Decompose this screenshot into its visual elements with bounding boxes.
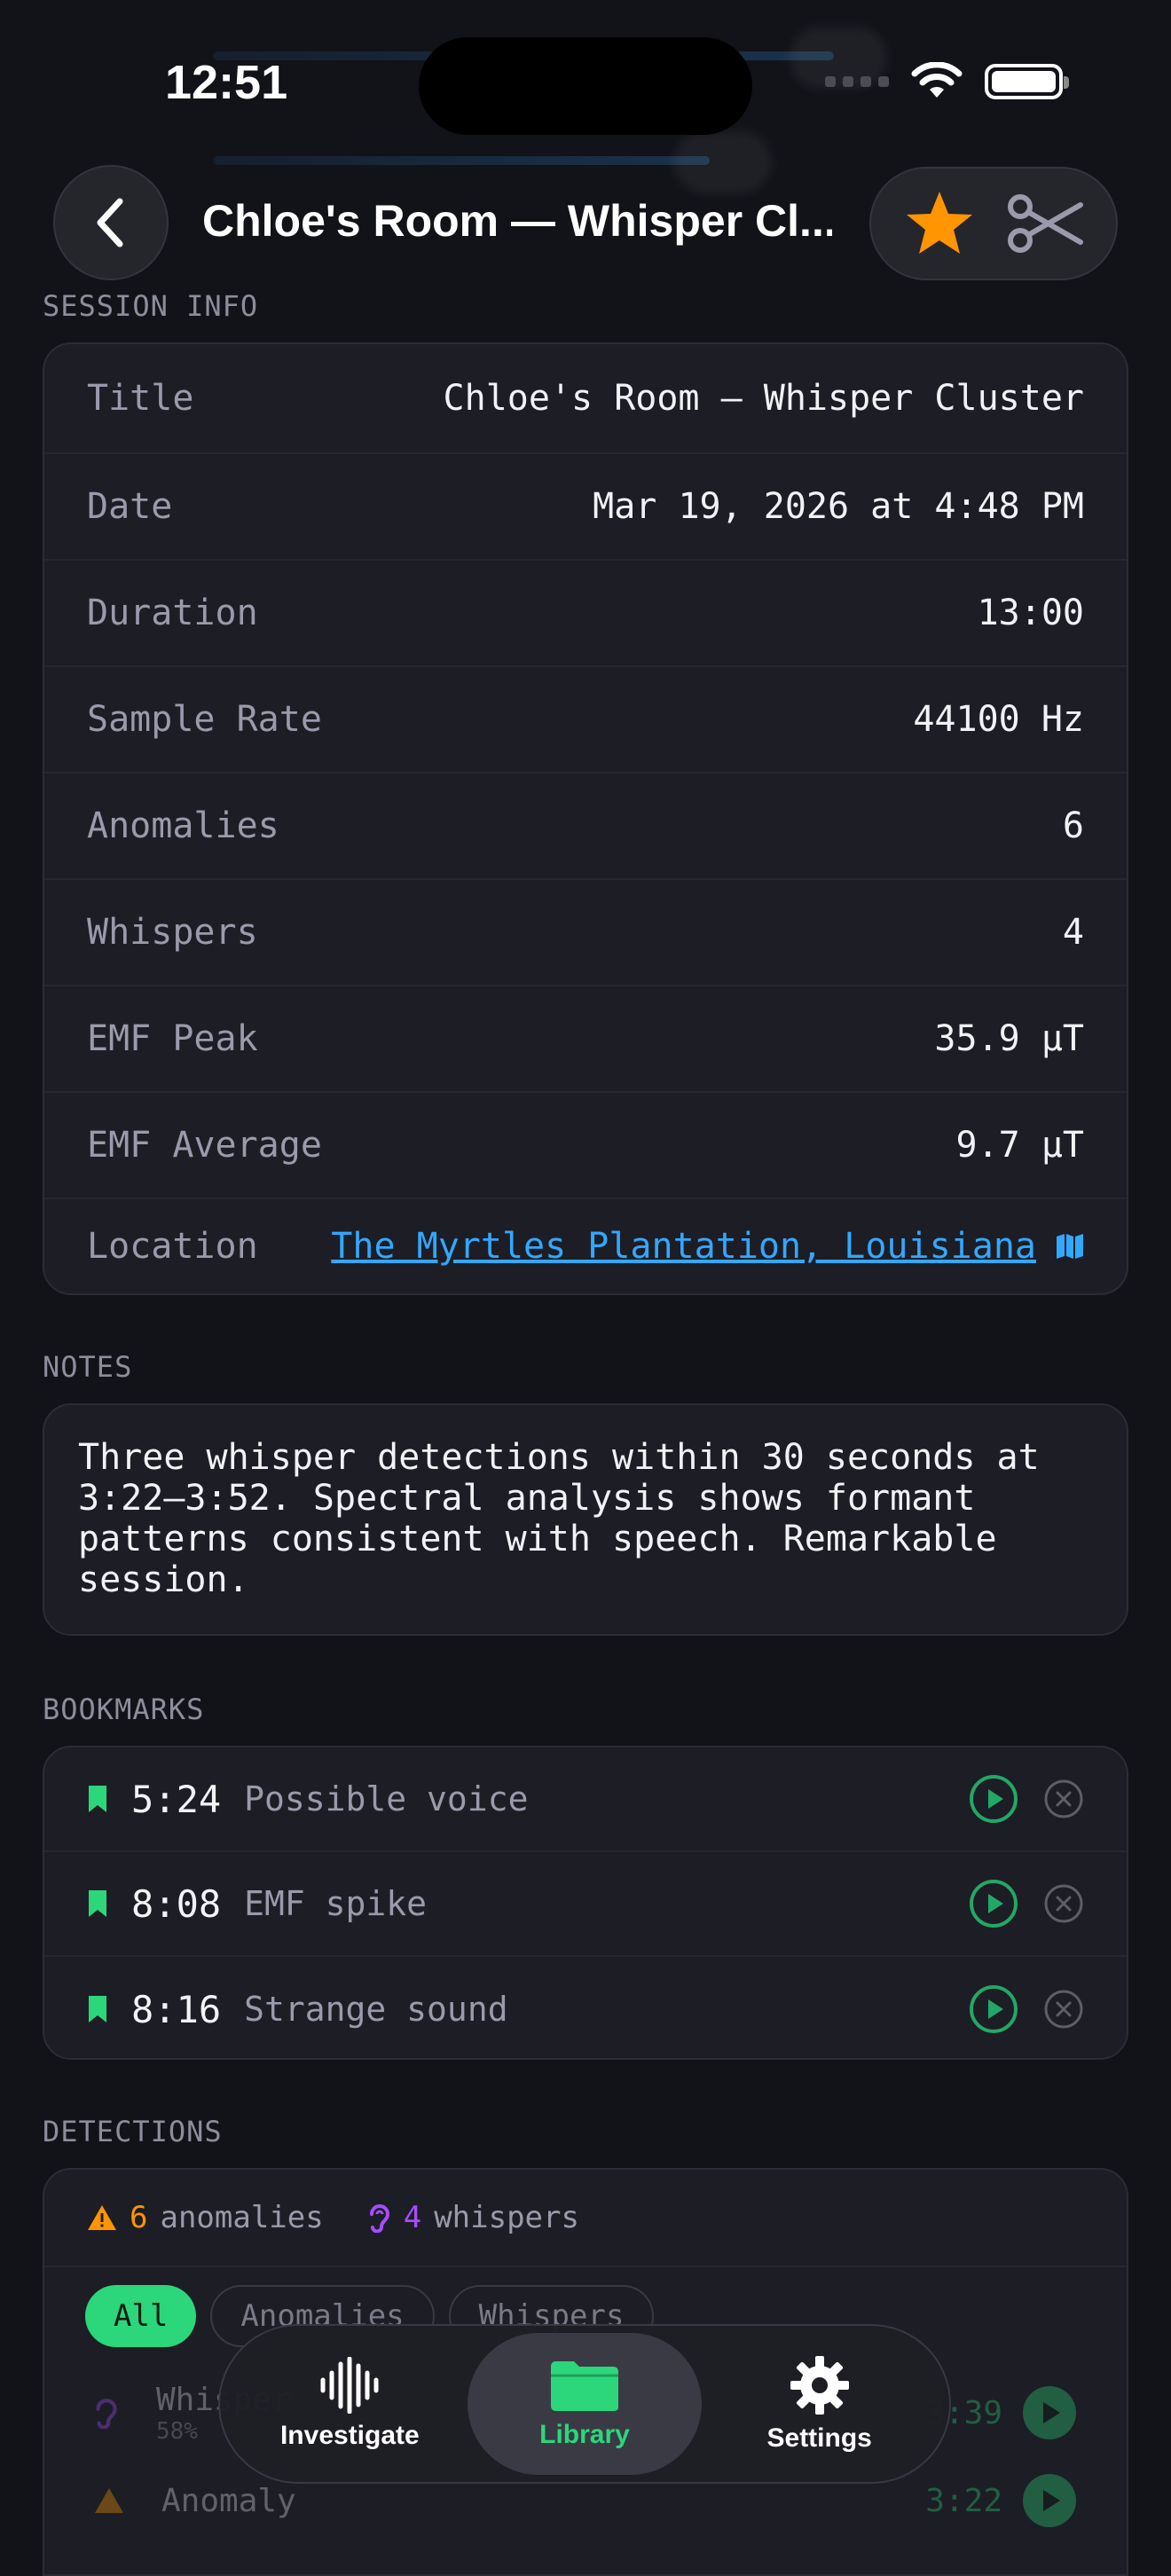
session-info-card: Title Chloe's Room — Whisper Cluster Dat…	[43, 342, 1128, 1295]
info-value: 9.7 µT	[955, 1125, 1085, 1166]
gear-icon	[790, 2356, 849, 2415]
whisper-count: 4	[403, 2200, 422, 2235]
waveform-ghost-blob	[674, 131, 772, 193]
info-row-sample-rate: Sample Rate 44100 Hz	[44, 667, 1127, 774]
bookmark-time: 8:08	[131, 1881, 222, 1926]
scissors-icon[interactable]	[1004, 192, 1084, 255]
bookmark-actions	[969, 1879, 1084, 1928]
info-row-duration: Duration 13:00	[44, 561, 1127, 667]
header-actions	[869, 167, 1118, 280]
wifi-icon	[911, 62, 963, 98]
info-value: 35.9 µT	[934, 1018, 1084, 1059]
bookmark-label: Strange sound	[244, 1990, 508, 2029]
info-row-anomalies: Anomalies 6	[44, 774, 1127, 880]
warning-icon	[88, 2205, 116, 2230]
tab-label: Investigate	[279, 2421, 420, 2450]
status-time: 12:51	[165, 56, 288, 109]
tab-label: Library	[539, 2420, 630, 2449]
ear-icon	[369, 2204, 389, 2233]
info-row-emf-average: EMF Average 9.7 µT	[44, 1093, 1127, 1199]
bookmark-label: Possible voice	[244, 1779, 529, 1818]
waveform-ghost-line	[213, 156, 710, 165]
info-label: EMF Peak	[87, 1018, 258, 1059]
info-row-whispers: Whispers 4	[44, 880, 1127, 986]
info-label: Date	[87, 486, 173, 527]
info-value: 6	[1062, 805, 1084, 846]
info-label: EMF Average	[87, 1125, 322, 1166]
play-icon[interactable]	[1022, 2473, 1077, 2528]
info-label: Duration	[87, 593, 258, 633]
star-icon[interactable]	[904, 189, 975, 258]
info-value: Mar 19, 2026 at 4:48 PM	[593, 486, 1084, 527]
page-title: Chloe's Room — Whisper Cl...	[202, 196, 832, 246]
info-value: 44100 Hz	[913, 699, 1084, 740]
bookmarks-card: 5:24 Possible voice 8:08 EMF spike 8:16 …	[43, 1746, 1128, 2060]
section-label-session-info: SESSION INFO	[43, 289, 259, 323]
bookmark-actions	[969, 1984, 1084, 2034]
location-link-group[interactable]: The Myrtles Plantation, Louisiana	[331, 1226, 1084, 1267]
info-row-date: Date Mar 19, 2026 at 4:48 PM	[44, 454, 1127, 561]
bookmark-time: 8:16	[131, 1987, 222, 2031]
section-label-detections: DETECTIONS	[43, 2115, 223, 2148]
signal-icon	[825, 76, 889, 87]
info-label: Sample Rate	[87, 699, 322, 740]
tab-settings[interactable]: Settings	[702, 2333, 937, 2475]
detection-type: Anomaly	[161, 2482, 296, 2519]
bookmark-row[interactable]: 8:16 Strange sound	[44, 1957, 1127, 2062]
close-icon[interactable]	[1043, 1779, 1084, 1819]
tab-library[interactable]: Library	[467, 2333, 703, 2475]
info-value: 13:00	[977, 593, 1084, 633]
info-label: Title	[87, 378, 194, 419]
info-label: Whispers	[87, 912, 258, 953]
play-icon[interactable]	[969, 1984, 1018, 2034]
info-row-title: Title Chloe's Room — Whisper Cluster	[44, 344, 1127, 454]
tab-label: Settings	[766, 2423, 872, 2453]
section-label-notes: NOTES	[43, 1350, 133, 1384]
dynamic-island	[419, 37, 752, 135]
warning-icon	[95, 2488, 123, 2513]
waveform-icon	[320, 2357, 379, 2414]
info-row-emf-peak: EMF Peak 35.9 µT	[44, 986, 1127, 1093]
whisper-word: whispers	[434, 2200, 579, 2235]
play-icon[interactable]	[969, 1774, 1018, 1824]
notes-text[interactable]: Three whisper detections within 30 secon…	[44, 1405, 1127, 1632]
close-icon[interactable]	[1043, 1989, 1084, 2030]
bookmark-icon	[89, 1996, 106, 2022]
bookmark-icon	[89, 1890, 106, 1917]
bookmark-icon	[89, 1786, 106, 1812]
info-label: Anomalies	[87, 805, 279, 846]
tab-bar: Investigate Library Settings	[218, 2324, 951, 2484]
bookmark-time: 5:24	[131, 1777, 222, 1821]
bookmark-row[interactable]: 8:08 EMF spike	[44, 1852, 1127, 1957]
bookmark-actions	[969, 1774, 1084, 1824]
detections-summary: 6 anomalies 4 whispers	[44, 2170, 1127, 2267]
info-value: 4	[1062, 912, 1084, 953]
tab-investigate[interactable]: Investigate	[232, 2333, 468, 2475]
bookmark-label: EMF spike	[244, 1884, 428, 1923]
detection-time: 3:22	[925, 2482, 1002, 2519]
status-icons	[825, 62, 1069, 101]
back-button[interactable]	[53, 165, 169, 280]
play-icon[interactable]	[1022, 2385, 1077, 2440]
play-icon[interactable]	[969, 1879, 1018, 1928]
anomaly-word: anomalies	[160, 2200, 324, 2235]
battery-icon	[985, 64, 1069, 99]
info-row-location: Location The Myrtles Plantation, Louisia…	[44, 1199, 1127, 1293]
info-value: Chloe's Room — Whisper Cluster	[443, 378, 1084, 419]
section-label-bookmarks: BOOKMARKS	[43, 1692, 205, 1726]
notes-card[interactable]: Three whisper detections within 30 secon…	[43, 1403, 1128, 1636]
close-icon[interactable]	[1043, 1883, 1084, 1924]
location-link[interactable]: The Myrtles Plantation, Louisiana	[331, 1226, 1036, 1267]
info-label: Location	[87, 1226, 258, 1267]
chevron-left-icon	[97, 198, 123, 247]
folder-icon	[551, 2361, 618, 2411]
filter-chip-all[interactable]: All	[85, 2285, 197, 2347]
bookmark-row[interactable]: 5:24 Possible voice	[44, 1747, 1127, 1852]
ear-icon	[96, 2399, 117, 2429]
map-icon[interactable]	[1056, 1233, 1084, 1260]
anomaly-count: 6	[130, 2200, 148, 2235]
